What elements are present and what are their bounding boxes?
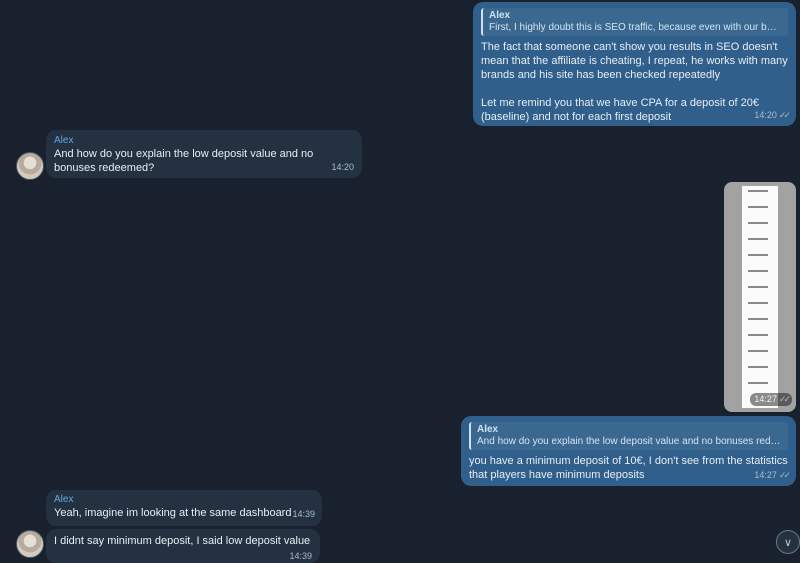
reply-quote[interactable]: Alex First, I highly doubt this is SEO t…	[481, 8, 788, 36]
message-text: you have a minimum deposit of 10€, I don…	[469, 455, 788, 481]
incoming-message[interactable]: I didnt say minimum deposit, I said low …	[46, 529, 320, 563]
message-meta: 14:20 ✓✓	[754, 108, 791, 122]
message-time: 14:39	[292, 509, 315, 519]
avatar[interactable]	[16, 530, 44, 558]
scroll-to-bottom-button[interactable]: ∨	[776, 530, 800, 554]
read-ticks-icon: ✓✓	[778, 470, 791, 480]
message-text: I didnt say minimum deposit, I said low …	[54, 535, 311, 547]
outgoing-message[interactable]: Alex And how do you explain the low depo…	[461, 416, 796, 486]
chat-area: Alex First, I highly doubt this is SEO t…	[0, 0, 800, 563]
sender-name[interactable]: Alex	[54, 135, 354, 147]
incoming-message[interactable]: Alex Yeah, imagine im looking at the sam…	[46, 490, 322, 526]
avatar[interactable]	[16, 152, 44, 180]
message-text: The fact that someone can't show you res…	[481, 41, 788, 123]
message-time: 14:20	[331, 162, 354, 172]
read-ticks-icon: ✓✓	[778, 110, 791, 120]
reply-sender-name: Alex	[489, 10, 511, 21]
read-ticks-icon: ✓✓	[778, 394, 791, 404]
reply-quote-text: And how do you explain the low deposit v…	[477, 436, 782, 447]
outgoing-message[interactable]: Alex First, I highly doubt this is SEO t…	[473, 2, 796, 126]
message-time: 14:20	[754, 110, 777, 120]
incoming-message[interactable]: Alex And how do you explain the low depo…	[46, 130, 362, 178]
image-message[interactable]: 14:27 ✓✓	[724, 182, 796, 412]
message-text: And how do you explain the low deposit v…	[54, 148, 314, 174]
message-text: Yeah, imagine im looking at the same das…	[54, 507, 292, 519]
message-meta: 14:27 ✓✓	[754, 468, 791, 482]
reply-sender-name: Alex	[477, 424, 499, 435]
sender-name[interactable]: Alex	[54, 494, 314, 506]
screenshot-thumbnail	[742, 186, 778, 408]
message-time: 14:27	[754, 470, 777, 480]
reply-quote-text: First, I highly doubt this is SEO traffi…	[489, 22, 782, 33]
message-time: 14:39	[289, 551, 312, 561]
reply-quote[interactable]: Alex And how do you explain the low depo…	[469, 422, 788, 450]
chevron-down-icon: ∨	[783, 536, 793, 549]
message-meta: 14:27 ✓✓	[750, 393, 792, 406]
message-time: 14:27	[754, 394, 777, 404]
